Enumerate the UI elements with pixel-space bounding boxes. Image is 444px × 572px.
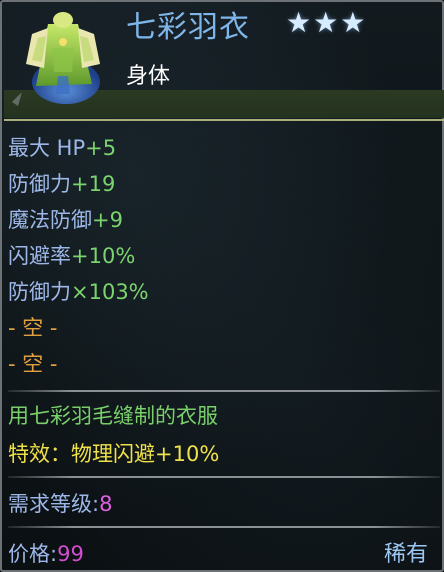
level-requirement-value: 8 [99,492,113,516]
stat-row: 闪避率+10% [8,238,149,274]
stat-value: +10% [71,244,136,268]
header-band-line [4,119,444,121]
price: 价格:99 [8,538,84,568]
stat-list: 最大 HP+5 防御力+19 魔法防御+9 闪避率+10% 防御力×103% -… [8,130,149,382]
stat-label: 最大 HP [8,136,86,160]
star-icon: ★★★ [286,6,368,39]
price-label: 价格: [8,542,58,566]
level-requirement: 需求等级:8 [8,488,112,518]
empty-socket: - 空 - [8,352,58,376]
feather-robe-icon [8,6,114,108]
level-requirement-label: 需求等级: [8,492,100,516]
stat-row: 最大 HP+5 [8,130,149,166]
stat-row: 防御力+19 [8,166,149,202]
equip-slot: 身体 [126,64,171,89]
divider [8,526,440,528]
item-tooltip-panel: 七彩羽衣 ★★★ 身体 最大 HP+5 防御力+19 魔法防御+9 闪避率+10… [0,0,444,572]
stat-value: +9 [92,208,123,232]
stat-value: +5 [85,136,117,160]
rarity-label: 稀有 [383,542,428,567]
stat-value: +19 [71,172,116,196]
item-special-effect: 特效：物理闪避+10% [8,442,220,466]
stat-label: 防御力 [8,172,71,196]
item-description: 用七彩羽毛缝制的衣服 [8,404,218,428]
empty-socket: - 空 - [8,316,58,340]
divider [8,390,440,392]
stat-value: ×103% [71,280,149,304]
stat-label: 防御力 [8,280,71,304]
stat-label: 闪避率 [8,244,71,268]
stat-label: 魔法防御 [8,208,92,232]
item-name: 七彩羽衣 [126,10,250,45]
price-value: 99 [57,542,84,566]
divider [8,476,440,478]
stat-row: 魔法防御+9 [8,202,149,238]
stat-row: 防御力×103% [8,274,149,310]
